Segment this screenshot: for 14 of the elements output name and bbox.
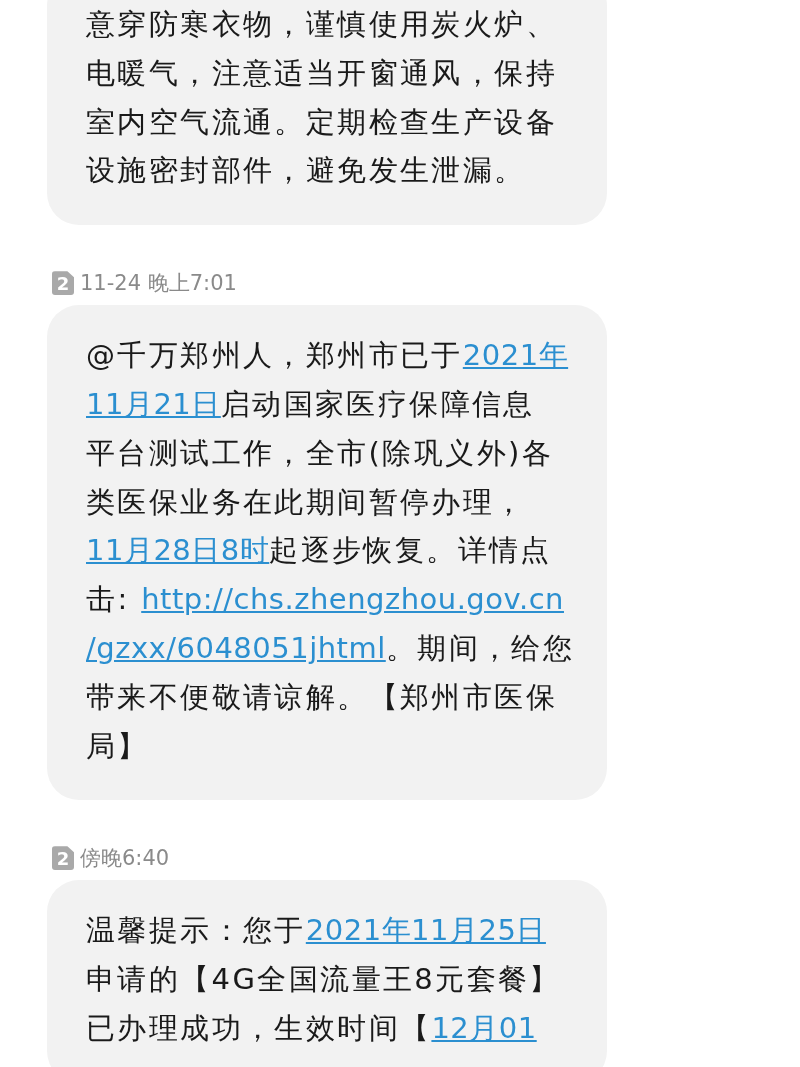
link[interactable]: /gzxx/6048051jhtml bbox=[86, 630, 386, 665]
link[interactable]: 12月01 bbox=[431, 1010, 537, 1045]
link[interactable]: 2021年11月25日 bbox=[305, 913, 546, 948]
message-text: @千万郑州人，郑州市已于 2021年 11月21日 启动国家医疗保障信息 平台测试工作，全市(除巩义外)各 类医保业务在此期间暂停办理， 11月28日8时起逐步恢复。详情点 击: http://chs.zhengzhou.gov.cn /gzxx/6048051jhtml。期间，给您 带来不便敬请谅解。【郑州市医保 局】 bbox=[86, 337, 576, 765]
link[interactable]: 11月28日8时 bbox=[86, 533, 270, 568]
message-text: 意穿防寒衣物，谨慎使用炭火炉、 电暖气，注意适当开窗通风，保持 室内空气流通。定期检查生产设备 设施密封部件，避免发生泄漏。 bbox=[86, 6, 558, 190]
message-text: 温馨提示：您于 2021年11月25日 申请的【4G全国流量王8元套餐】 已办理成功，生效时间【12月01 bbox=[86, 912, 562, 1047]
message-time: 11-24 晚上7:01 bbox=[80, 270, 237, 298]
link[interactable]: http://chs.zhengzhou.gov.cn bbox=[141, 582, 564, 617]
sim-icon: 2 bbox=[52, 271, 74, 296]
link[interactable]: 11月21日 bbox=[86, 387, 221, 421]
sim-icon: 2 bbox=[52, 846, 74, 871]
link[interactable]: 2021年 bbox=[462, 338, 569, 373]
message-time: 傍晚6:40 bbox=[80, 845, 170, 873]
